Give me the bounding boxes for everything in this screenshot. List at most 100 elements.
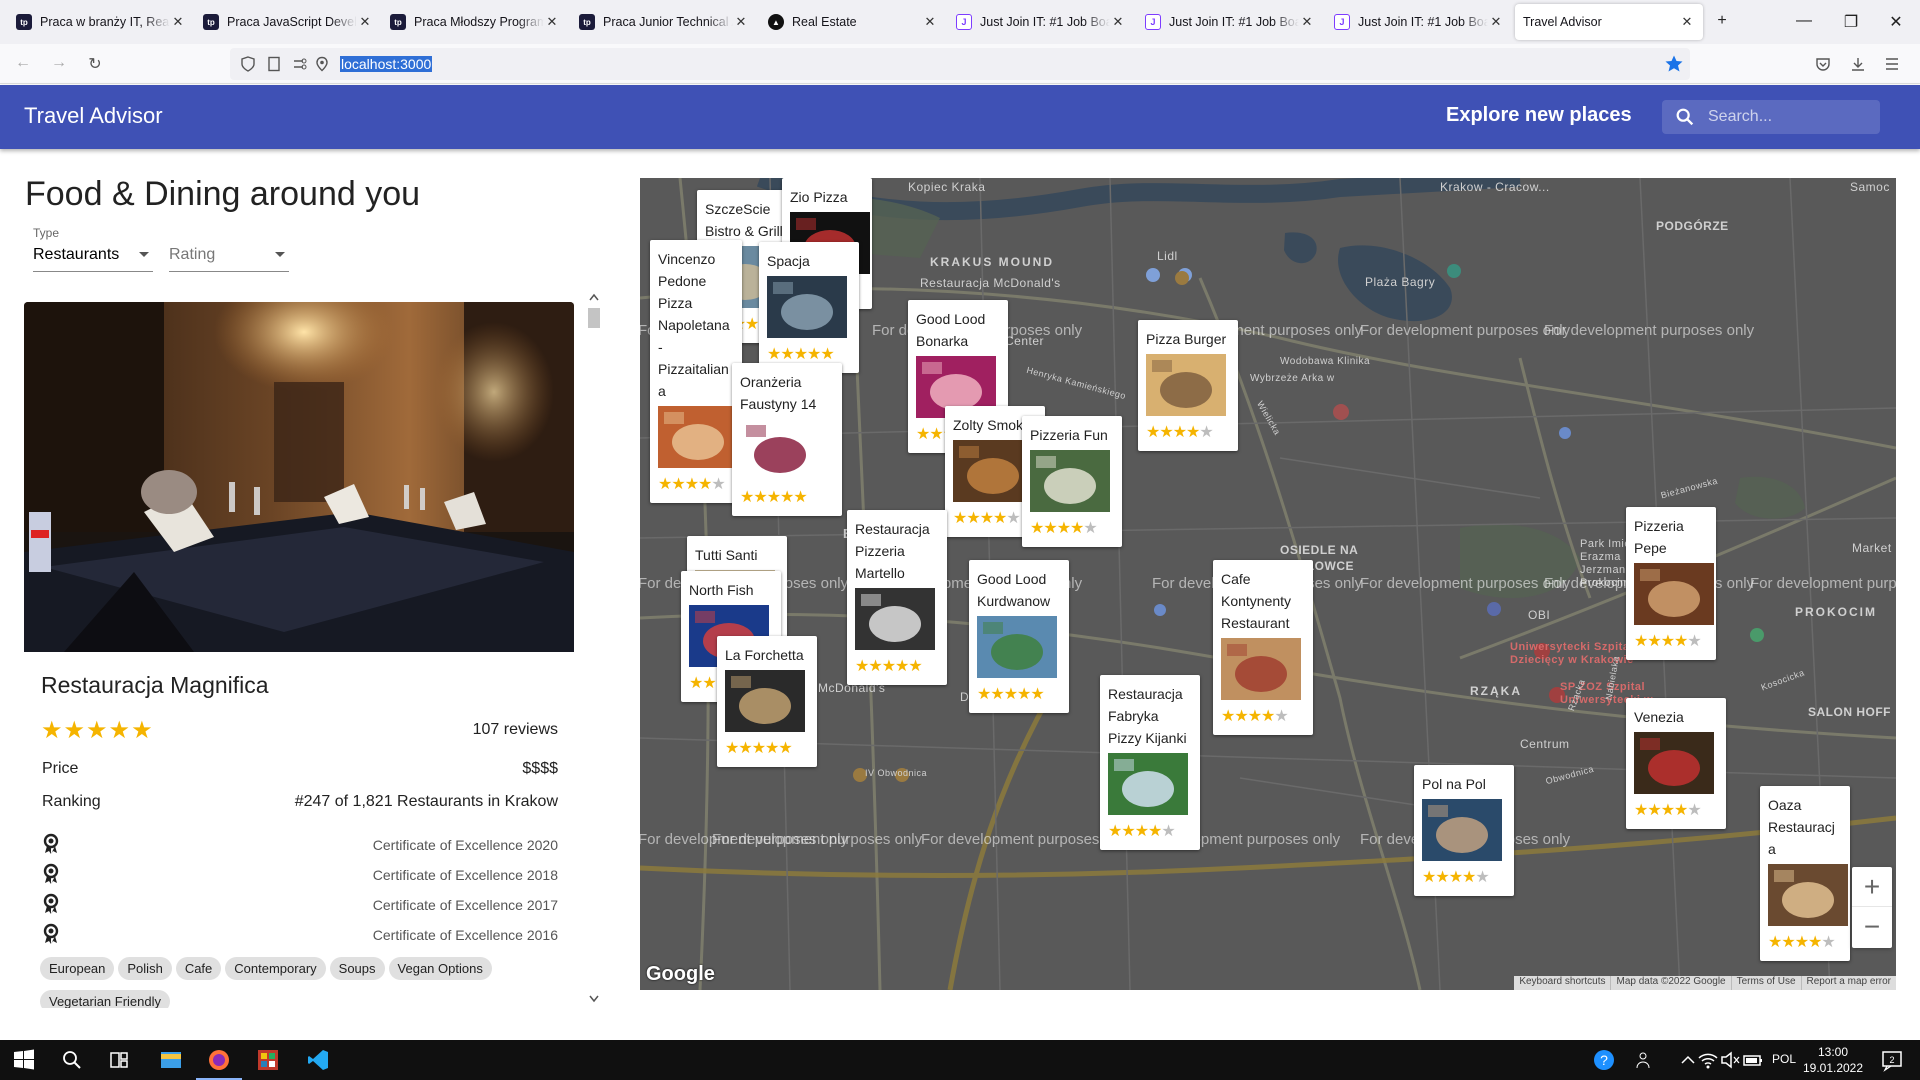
map-marker-card[interactable]: Cafe Kontynenty Restaurant ★★★★★: [1213, 560, 1313, 735]
zoom-in-button[interactable]: +: [1852, 867, 1892, 907]
cuisine-chip: European: [40, 957, 115, 980]
close-tab-icon[interactable]: ✕: [922, 14, 938, 30]
attribution-link[interactable]: Map data ©2022 Google: [1610, 976, 1730, 990]
search-input[interactable]: [1708, 106, 1868, 128]
map-marker-card[interactable]: Good Lood Kurdwanow ★★★★★: [969, 560, 1069, 713]
close-tab-icon[interactable]: ✕: [544, 14, 560, 30]
tab[interactable]: ▲ Real Estate ✕: [760, 4, 946, 40]
menu-icon[interactable]: [1884, 56, 1900, 72]
type-select[interactable]: Restaurants: [33, 240, 153, 272]
map-marker-card[interactable]: Pol na Pol ★★★★★: [1414, 765, 1514, 896]
marker-name: Cafe Kontynenty Restaurant: [1221, 571, 1292, 631]
minimize-icon[interactable]: —: [1794, 12, 1814, 30]
battery-icon[interactable]: [1741, 1048, 1765, 1072]
tab[interactable]: tp Praca Junior Technical Artist✕: [571, 4, 757, 40]
notifications-icon[interactable]: 2: [1880, 1048, 1904, 1072]
help-icon[interactable]: ?: [1592, 1048, 1616, 1072]
close-window-icon[interactable]: ✕: [1886, 12, 1906, 32]
map-marker-card[interactable]: Spacja ★★★★★: [759, 242, 859, 373]
map-marker-card[interactable]: Restauracja Pizzeria Martello ★★★★★: [847, 510, 947, 685]
places-list[interactable]: Restauracja Magnifica ★★★★★ 107 reviews …: [24, 302, 574, 1008]
marker-rating-stars: ★★★★★: [1634, 802, 1702, 819]
marker-rating-stars: ★★★★★: [1108, 823, 1176, 840]
award-label: Certificate of Excellence 2016: [372, 927, 558, 943]
map[interactable]: Kopiec Kraka Krakow - Cracow... Samoc PODGÓ…: [640, 178, 1896, 990]
close-tab-icon[interactable]: ✕: [1110, 14, 1126, 30]
tab[interactable]: tp Praca Młodszy Programista✕: [382, 4, 568, 40]
map-marker-card[interactable]: Pizzeria Fun ★★★★★: [1022, 416, 1122, 547]
attribution-link[interactable]: Terms of Use: [1730, 976, 1801, 990]
location-icon[interactable]: [314, 56, 330, 72]
search-box[interactable]: [1662, 100, 1880, 134]
back-icon[interactable]: ←: [12, 54, 34, 72]
restore-icon[interactable]: ❐: [1841, 12, 1861, 32]
close-tab-icon[interactable]: ✕: [357, 14, 373, 30]
page-icon[interactable]: [266, 56, 282, 72]
url-bar[interactable]: localhost:3000: [230, 48, 1690, 80]
vscode-icon[interactable]: [306, 1048, 330, 1072]
map-marker-card[interactable]: Vincenzo Pedone Pizza Napoletana-Pizzait…: [650, 240, 742, 503]
map-marker-card[interactable]: La Forchetta ★★★★★: [717, 636, 817, 767]
clock-date: 19.01.2022: [1802, 1061, 1864, 1075]
tab[interactable]: J Just Join IT: #1 Job Board ✕: [1137, 4, 1323, 40]
windows-start-icon[interactable]: [12, 1048, 36, 1072]
task-view-icon[interactable]: [107, 1048, 131, 1072]
close-tab-icon[interactable]: ✕: [170, 14, 186, 30]
attribution-link[interactable]: Keyboard shortcuts: [1514, 976, 1610, 990]
type-select-value: Restaurants: [33, 246, 120, 263]
marker-rating-stars: ★★★★★: [1146, 424, 1214, 441]
marker-rating-stars: ★★★★★: [1634, 633, 1702, 650]
marker-name: Zio Pizza: [790, 189, 848, 205]
downloads-icon[interactable]: [1850, 56, 1866, 72]
new-tab-button[interactable]: +: [1712, 12, 1732, 30]
place-card[interactable]: Restauracja Magnifica ★★★★★ 107 reviews …: [24, 302, 574, 1008]
close-tab-icon[interactable]: ✕: [1679, 14, 1695, 30]
volume-icon[interactable]: [1718, 1048, 1742, 1072]
firefox-icon[interactable]: [207, 1048, 231, 1072]
forward-icon[interactable]: →: [48, 54, 70, 72]
map-poi-label: Restauracja McDonald's: [920, 276, 1061, 290]
tab[interactable]: Travel Advisor ✕: [1515, 4, 1703, 40]
pocket-icon[interactable]: [1815, 56, 1831, 72]
tab[interactable]: J Just Join IT: #1 Job Board ✕: [948, 4, 1134, 40]
map-marker-card[interactable]: Oranżeria Faustyny 14 ★★★★★: [732, 363, 842, 516]
list-scrollbar[interactable]: [586, 290, 602, 1008]
rating-select[interactable]: Rating: [169, 240, 289, 272]
map-poi-label: OBI: [1528, 608, 1551, 622]
url-text[interactable]: localhost:3000: [340, 56, 433, 72]
shield-icon[interactable]: [240, 56, 256, 72]
marker-photo: [855, 588, 935, 650]
marker-name: Vincenzo Pedone Pizza Napoletana-Pizzait…: [658, 251, 730, 399]
close-tab-icon[interactable]: ✕: [1299, 14, 1315, 30]
wifi-icon[interactable]: [1696, 1048, 1720, 1072]
marker-photo: [1634, 732, 1714, 794]
map-marker-card[interactable]: Oaza Restauracja ★★★★★: [1760, 786, 1850, 961]
zoom-out-button[interactable]: −: [1852, 907, 1892, 947]
bookmark-star-icon[interactable]: [1664, 54, 1684, 74]
close-tab-icon[interactable]: ✕: [1488, 14, 1504, 30]
map-marker-card[interactable]: Restauracja Fabryka Pizzy Kijanki ★★★★★: [1100, 675, 1200, 850]
file-explorer-icon[interactable]: [159, 1048, 183, 1072]
tab[interactable]: J Just Join IT: #1 Job Board ✕: [1326, 4, 1512, 40]
marker-rating-stars: ★★★★★: [855, 658, 923, 675]
tab[interactable]: tp Praca JavaScript Developer✕: [195, 4, 381, 40]
tab-favicon-icon: tp: [390, 14, 406, 30]
page-title: Food & Dining around you: [25, 175, 421, 213]
map-marker-card[interactable]: Venezia ★★★★★: [1626, 698, 1726, 829]
close-tab-icon[interactable]: ✕: [733, 14, 749, 30]
attribution-link[interactable]: Report a map error: [1800, 976, 1896, 990]
tab-title: Real Estate: [792, 15, 857, 29]
app-grid-icon[interactable]: [256, 1048, 280, 1072]
map-poi-label: Samoc: [1850, 180, 1890, 194]
google-logo[interactable]: Google: [646, 963, 715, 986]
people-icon[interactable]: [1634, 1048, 1658, 1072]
map-marker-card[interactable]: Pizza Burger ★★★★★: [1138, 320, 1238, 451]
tab[interactable]: tp Praca w branży IT, React. ✕: [8, 4, 194, 40]
permissions-icon[interactable]: [292, 56, 308, 72]
map-marker-card[interactable]: Pizzeria Pepe ★★★★★: [1626, 507, 1716, 660]
clock[interactable]: 13:00 19.01.2022: [1793, 1044, 1873, 1076]
reload-icon[interactable]: ↻: [84, 54, 106, 74]
marker-name: La Forchetta: [725, 647, 804, 663]
search-icon[interactable]: [60, 1048, 84, 1072]
marker-photo: [953, 440, 1033, 502]
